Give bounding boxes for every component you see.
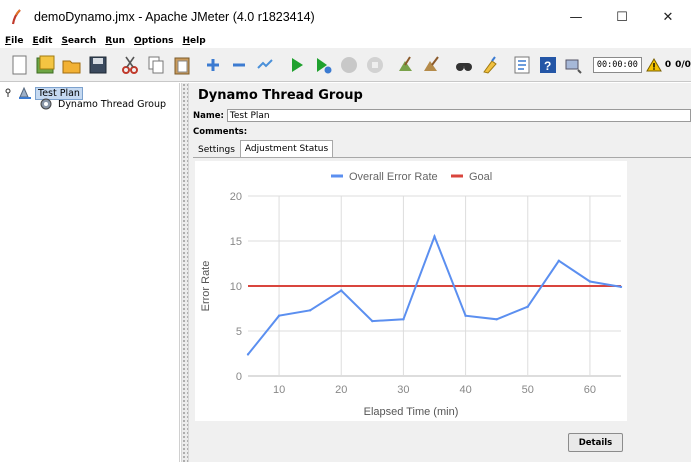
- start-icon[interactable]: [286, 54, 307, 76]
- toolbar: ? 00:00:00 0 0/0: [0, 48, 691, 82]
- y-tick-label: 15: [230, 236, 242, 248]
- clear-icon[interactable]: [396, 54, 417, 76]
- thread-count: 0/0: [675, 59, 691, 70]
- data-point-error-rate: [464, 314, 467, 317]
- data-point-error-rate: [246, 353, 250, 356]
- data-point-error-rate: [588, 280, 592, 283]
- details-button[interactable]: Details: [568, 433, 623, 452]
- thread-group-gear-icon: [40, 98, 52, 110]
- search-icon[interactable]: [454, 54, 475, 76]
- element-editor-panel: Dynamo Thread Group Name: Test Plan Comm…: [189, 83, 691, 462]
- data-point-error-rate: [557, 259, 561, 262]
- tree-toggle-icon[interactable]: [5, 88, 13, 98]
- legend-label-error: Overall Error Rate: [349, 171, 438, 183]
- x-tick-label: 30: [397, 384, 409, 396]
- expand-icon[interactable]: [203, 54, 224, 76]
- legend-label-goal: Goal: [469, 171, 492, 183]
- remote-icon[interactable]: [563, 54, 584, 76]
- start-no-pause-icon[interactable]: [312, 54, 333, 76]
- warning-count: 0: [664, 59, 672, 70]
- tree-item-dynamo-thread-group[interactable]: Dynamo Thread Group: [38, 98, 166, 110]
- menu-bar: File Edit Search Run Options Help: [0, 34, 691, 48]
- split-pane-divider[interactable]: [181, 83, 189, 462]
- comments-row: Comments:: [193, 125, 691, 138]
- warning-icon: [645, 57, 662, 71]
- warning-indicator[interactable]: 0 0/0: [645, 57, 691, 72]
- help-icon[interactable]: ?: [537, 54, 558, 76]
- x-tick-label: 40: [459, 384, 471, 396]
- menu-file[interactable]: File: [5, 36, 23, 46]
- data-point-error-rate: [433, 235, 436, 238]
- toggle-icon[interactable]: [255, 54, 276, 76]
- name-input[interactable]: Test Plan: [226, 109, 691, 122]
- menu-search[interactable]: Search: [61, 36, 96, 46]
- reset-search-icon[interactable]: [479, 54, 500, 76]
- jmeter-feather-icon: [10, 9, 24, 25]
- data-point-error-rate: [340, 289, 343, 292]
- x-tick-label: 50: [522, 384, 534, 396]
- name-row: Name: Test Plan: [193, 109, 691, 122]
- data-point-error-rate: [402, 318, 405, 321]
- x-axis-label: Elapsed Time (min): [364, 406, 459, 418]
- menu-help[interactable]: Help: [182, 36, 205, 46]
- cut-icon[interactable]: [119, 54, 140, 76]
- svg-text:?: ?: [544, 59, 551, 73]
- data-point-error-rate: [526, 305, 529, 308]
- chart-svg: 0 5 10 15 20 10 20 30 40 50 60 Elapsed Time (min) Er…: [200, 171, 623, 418]
- comments-label: Comments:: [193, 126, 248, 137]
- minimize-button[interactable]: —: [553, 0, 599, 34]
- tree-item-label: Dynamo Thread Group: [58, 98, 167, 110]
- open-icon[interactable]: [62, 54, 83, 76]
- panel-title: Dynamo Thread Group: [198, 88, 363, 103]
- tab-settings[interactable]: Settings: [193, 142, 240, 157]
- copy-icon[interactable]: [145, 54, 166, 76]
- close-button[interactable]: ✕: [645, 0, 691, 34]
- window-title: demoDynamo.jmx - Apache JMeter (4.0 r182…: [34, 10, 315, 24]
- data-point-error-rate: [277, 314, 281, 317]
- shutdown-icon[interactable]: [364, 54, 385, 76]
- x-tick-label: 10: [273, 384, 285, 396]
- y-tick-label: 0: [236, 371, 242, 383]
- name-label: Name:: [193, 110, 224, 121]
- x-tick-label: 60: [584, 384, 596, 396]
- tab-underline: [193, 157, 691, 158]
- tab-adjustment-status[interactable]: Adjustment Status: [239, 140, 334, 157]
- clear-all-icon[interactable]: [422, 54, 443, 76]
- comments-input[interactable]: [250, 125, 691, 138]
- data-point-error-rate: [371, 319, 374, 323]
- templates-icon[interactable]: [36, 54, 57, 76]
- maximize-button[interactable]: ☐: [599, 0, 645, 34]
- y-tick-label: 5: [236, 326, 242, 338]
- test-plan-tree: Test Plan Dynamo Thread Group: [0, 83, 180, 462]
- y-tick-label: 20: [230, 191, 242, 203]
- title-bar: demoDynamo.jmx - Apache JMeter (4.0 r182…: [0, 0, 691, 34]
- tab-strip: Settings Adjustment Status: [193, 140, 334, 157]
- new-icon[interactable]: [10, 54, 31, 76]
- y-axis-label: Error Rate: [200, 261, 212, 312]
- data-point-error-rate: [619, 285, 623, 289]
- function-helper-icon[interactable]: [511, 54, 532, 76]
- error-rate-chart: 0 5 10 15 20 10 20 30 40 50 60 Elapsed Time (min) Er…: [195, 161, 627, 421]
- x-tick-label: 20: [335, 384, 347, 396]
- y-tick-label: 10: [230, 281, 242, 293]
- menu-run[interactable]: Run: [105, 36, 125, 46]
- paste-icon[interactable]: [171, 54, 192, 76]
- menu-edit[interactable]: Edit: [32, 36, 52, 46]
- collapse-icon[interactable]: [229, 54, 250, 76]
- elapsed-timer: 00:00:00: [592, 56, 642, 73]
- series-line-error-rate: [247, 233, 622, 356]
- save-icon[interactable]: [88, 54, 109, 76]
- test-plan-icon: [19, 86, 31, 99]
- data-point-error-rate: [495, 318, 498, 321]
- menu-options[interactable]: Options: [134, 36, 173, 46]
- stop-icon[interactable]: [338, 54, 359, 76]
- data-point-error-rate: [308, 309, 312, 312]
